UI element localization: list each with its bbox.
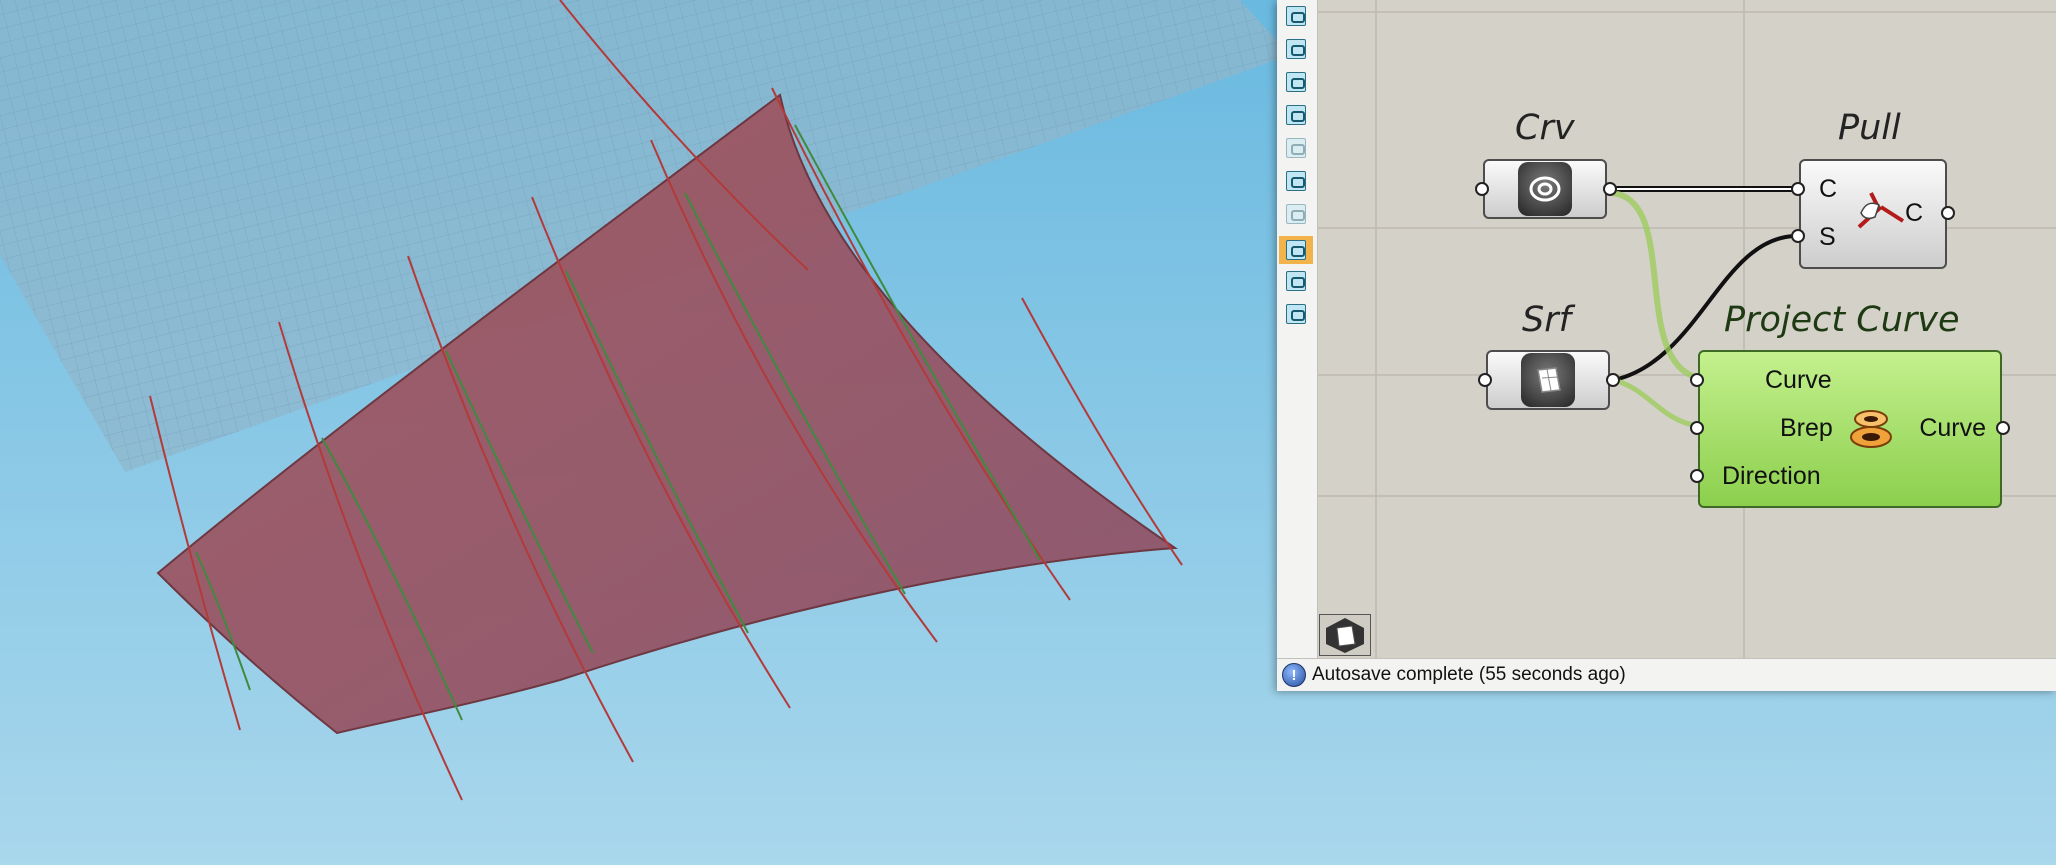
pull-component[interactable]: C S C (1799, 159, 1947, 269)
srf-input-grip[interactable] (1478, 373, 1492, 387)
project-curve-output-grip[interactable] (1996, 421, 2010, 435)
project-direction-input-grip[interactable] (1690, 469, 1704, 483)
pull-icon (1857, 192, 1905, 229)
project-brep-input-grip[interactable] (1690, 421, 1704, 435)
surface-param-icon (1326, 618, 1364, 653)
pull-output-c[interactable]: C (1905, 199, 1923, 228)
project-curve-component[interactable]: Curve Brep Direction Curve (1698, 350, 2002, 508)
crv-nickname: Crv (1515, 108, 1575, 148)
srf-output-grip[interactable] (1606, 373, 1620, 387)
crv-output-grip[interactable] (1603, 182, 1617, 196)
surface-param-icon (1521, 353, 1575, 407)
crv-param-component[interactable] (1483, 159, 1607, 219)
project-input-direction[interactable]: Direction (1722, 462, 1821, 491)
data-io-icon[interactable] (1285, 38, 1307, 60)
pull-c-input-grip[interactable] (1791, 182, 1805, 196)
canvas-thumbnail[interactable] (1319, 614, 1371, 656)
solution-icon[interactable] (1285, 303, 1307, 325)
draw-icon[interactable] (1285, 137, 1307, 159)
preview-mesh-icon[interactable] (1285, 270, 1307, 292)
pull-c-output-grip[interactable] (1941, 206, 1955, 220)
status-bar: ! Autosave complete (55 seconds ago) (1277, 658, 2056, 691)
crv-input-grip[interactable] (1475, 182, 1489, 196)
canvas-select-icon[interactable] (1285, 104, 1307, 126)
project-input-brep[interactable]: Brep (1780, 414, 1833, 443)
status-text: Autosave complete (55 seconds ago) (1312, 664, 1626, 685)
srf-nickname: Srf (1522, 300, 1571, 340)
project-input-curve[interactable]: Curve (1765, 366, 1832, 395)
info-icon[interactable]: ! (1282, 663, 1306, 687)
project-output-curve[interactable]: Curve (1919, 414, 1986, 443)
canvas-toolbar (1277, 0, 1318, 658)
srf-param-component[interactable] (1486, 350, 1610, 410)
pull-input-s[interactable]: S (1819, 223, 1836, 252)
preview-icon[interactable] (1279, 236, 1313, 264)
pull-nickname: Pull (1838, 108, 1901, 148)
group-icon[interactable] (1285, 203, 1307, 225)
project-nickname: Project Curve (1724, 300, 1960, 340)
pull-s-input-grip[interactable] (1791, 229, 1805, 243)
pull-input-c[interactable]: C (1819, 175, 1837, 204)
project-icon (1850, 410, 1892, 448)
grasshopper-window: ! Autosave complete (55 seconds ago) (1277, 0, 2056, 691)
project-curve-input-grip[interactable] (1690, 373, 1704, 387)
sketch-icon[interactable] (1285, 5, 1307, 27)
curve-param-icon (1518, 162, 1572, 216)
cluster-icon[interactable] (1285, 170, 1307, 192)
wire-display-icon[interactable] (1285, 71, 1307, 93)
